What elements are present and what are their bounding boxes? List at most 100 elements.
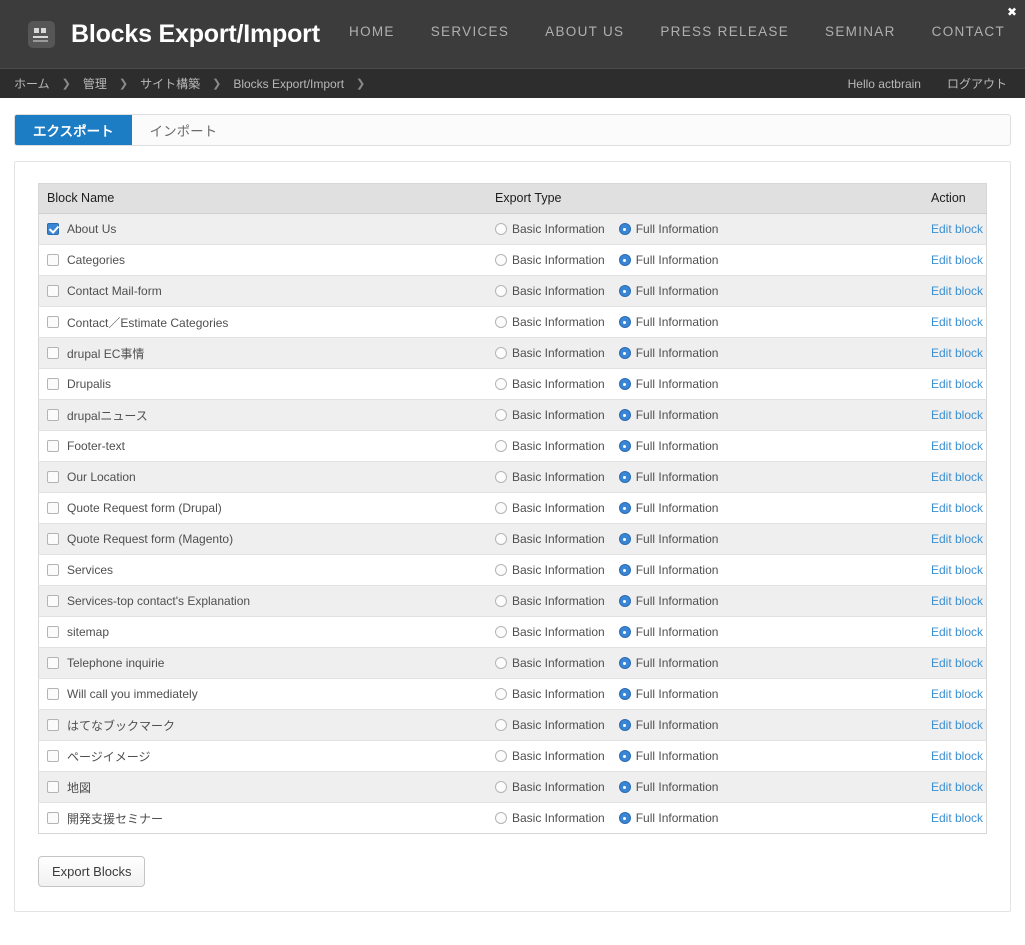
edit-block-link[interactable]: Edit block: [931, 532, 983, 546]
edit-block-link[interactable]: Edit block: [931, 408, 983, 422]
block-select-checkbox[interactable]: [47, 812, 59, 824]
edit-block-link[interactable]: Edit block: [931, 687, 983, 701]
export-type-radio[interactable]: [495, 750, 507, 762]
block-select-checkbox[interactable]: [47, 471, 59, 483]
export-type-option-basic[interactable]: Basic Information: [495, 532, 605, 546]
export-type-radio[interactable]: [619, 688, 631, 700]
export-type-radio[interactable]: [495, 657, 507, 669]
export-type-radio[interactable]: [619, 533, 631, 545]
export-type-option-basic[interactable]: Basic Information: [495, 718, 605, 732]
export-type-radio[interactable]: [495, 812, 507, 824]
edit-block-link[interactable]: Edit block: [931, 315, 983, 329]
export-type-radio[interactable]: [495, 626, 507, 638]
export-type-radio[interactable]: [495, 688, 507, 700]
edit-block-link[interactable]: Edit block: [931, 749, 983, 763]
block-select-checkbox[interactable]: [47, 409, 59, 421]
export-type-option-full[interactable]: Full Information: [619, 687, 719, 701]
export-type-option-full[interactable]: Full Information: [619, 222, 719, 236]
block-select-checkbox[interactable]: [47, 502, 59, 514]
nav-item-press-release[interactable]: PRESS RELEASE: [660, 24, 789, 39]
export-type-radio[interactable]: [619, 781, 631, 793]
export-type-option-full[interactable]: Full Information: [619, 594, 719, 608]
block-select-checkbox[interactable]: [47, 378, 59, 390]
export-type-radio[interactable]: [619, 347, 631, 359]
export-type-option-full[interactable]: Full Information: [619, 811, 719, 825]
breadcrumb-item-structure[interactable]: サイト構築: [140, 75, 200, 92]
block-select-checkbox[interactable]: [47, 657, 59, 669]
edit-block-link[interactable]: Edit block: [931, 780, 983, 794]
export-type-option-basic[interactable]: Basic Information: [495, 780, 605, 794]
export-type-option-full[interactable]: Full Information: [619, 346, 719, 360]
export-type-option-basic[interactable]: Basic Information: [495, 563, 605, 577]
export-type-option-basic[interactable]: Basic Information: [495, 408, 605, 422]
export-type-radio[interactable]: [495, 285, 507, 297]
export-type-option-basic[interactable]: Basic Information: [495, 687, 605, 701]
edit-block-link[interactable]: Edit block: [931, 439, 983, 453]
export-type-option-full[interactable]: Full Information: [619, 501, 719, 515]
export-type-radio[interactable]: [619, 812, 631, 824]
breadcrumb-item-admin[interactable]: 管理: [83, 75, 107, 92]
export-type-radio[interactable]: [619, 378, 631, 390]
export-type-option-basic[interactable]: Basic Information: [495, 656, 605, 670]
export-type-radio[interactable]: [495, 719, 507, 731]
edit-block-link[interactable]: Edit block: [931, 563, 983, 577]
edit-block-link[interactable]: Edit block: [931, 470, 983, 484]
export-type-radio[interactable]: [619, 502, 631, 514]
export-type-option-basic[interactable]: Basic Information: [495, 253, 605, 267]
edit-block-link[interactable]: Edit block: [931, 625, 983, 639]
nav-item-home[interactable]: HOME: [349, 24, 395, 39]
export-type-radio[interactable]: [619, 254, 631, 266]
export-type-radio[interactable]: [495, 502, 507, 514]
export-type-option-full[interactable]: Full Information: [619, 656, 719, 670]
export-type-radio[interactable]: [619, 223, 631, 235]
export-type-option-full[interactable]: Full Information: [619, 408, 719, 422]
export-type-option-basic[interactable]: Basic Information: [495, 377, 605, 391]
block-select-checkbox[interactable]: [47, 595, 59, 607]
export-type-option-full[interactable]: Full Information: [619, 563, 719, 577]
breadcrumb-item-blocks-export-import[interactable]: Blocks Export/Import: [233, 77, 344, 91]
export-type-radio[interactable]: [619, 719, 631, 731]
export-type-radio[interactable]: [619, 750, 631, 762]
export-type-radio[interactable]: [619, 285, 631, 297]
block-select-checkbox[interactable]: [47, 781, 59, 793]
export-type-option-full[interactable]: Full Information: [619, 532, 719, 546]
edit-block-link[interactable]: Edit block: [931, 377, 983, 391]
export-type-option-basic[interactable]: Basic Information: [495, 315, 605, 329]
export-type-radio[interactable]: [495, 316, 507, 328]
export-type-radio[interactable]: [495, 223, 507, 235]
edit-block-link[interactable]: Edit block: [931, 718, 983, 732]
export-type-radio[interactable]: [495, 254, 507, 266]
export-type-radio[interactable]: [495, 347, 507, 359]
logout-link[interactable]: ログアウト: [947, 75, 1007, 92]
block-select-checkbox[interactable]: [47, 440, 59, 452]
export-blocks-button[interactable]: Export Blocks: [38, 856, 145, 887]
breadcrumb-item-home[interactable]: ホーム: [14, 75, 50, 92]
export-type-radio[interactable]: [495, 564, 507, 576]
tab-export[interactable]: エクスポート: [15, 115, 132, 145]
export-type-option-basic[interactable]: Basic Information: [495, 439, 605, 453]
export-type-radio[interactable]: [619, 316, 631, 328]
nav-item-seminar[interactable]: SEMINAR: [825, 24, 896, 39]
nav-item-about-us[interactable]: ABOUT US: [545, 24, 624, 39]
export-type-option-basic[interactable]: Basic Information: [495, 501, 605, 515]
export-type-radio[interactable]: [619, 409, 631, 421]
export-type-radio[interactable]: [495, 471, 507, 483]
nav-item-contact[interactable]: CONTACT: [932, 24, 1005, 39]
block-select-checkbox[interactable]: [47, 254, 59, 266]
export-type-option-full[interactable]: Full Information: [619, 315, 719, 329]
export-type-option-full[interactable]: Full Information: [619, 470, 719, 484]
export-type-radio[interactable]: [495, 533, 507, 545]
nav-item-services[interactable]: SERVICES: [431, 24, 509, 39]
export-type-option-full[interactable]: Full Information: [619, 749, 719, 763]
edit-block-link[interactable]: Edit block: [931, 253, 983, 267]
edit-block-link[interactable]: Edit block: [931, 346, 983, 360]
edit-block-link[interactable]: Edit block: [931, 501, 983, 515]
export-type-radio[interactable]: [495, 409, 507, 421]
export-type-option-basic[interactable]: Basic Information: [495, 284, 605, 298]
export-type-radio[interactable]: [619, 471, 631, 483]
export-type-radio[interactable]: [619, 626, 631, 638]
export-type-radio[interactable]: [495, 440, 507, 452]
edit-block-link[interactable]: Edit block: [931, 222, 983, 236]
export-type-option-full[interactable]: Full Information: [619, 284, 719, 298]
block-select-checkbox[interactable]: [47, 688, 59, 700]
